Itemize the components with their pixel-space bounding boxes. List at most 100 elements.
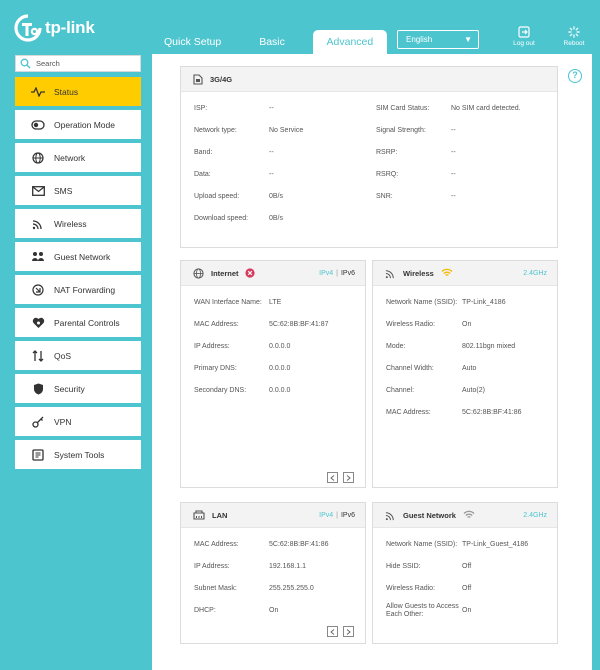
internet-pager: [322, 472, 354, 483]
sidebar-item-sms[interactable]: SMS: [15, 176, 141, 205]
info-value: --: [451, 171, 456, 178]
sidebar-item-system-tools[interactable]: System Tools: [15, 440, 141, 469]
arrows-icon: [31, 349, 45, 363]
info-label: IP Address:: [194, 343, 230, 350]
top-header: tp-link Quick Setup Basic Advanced Engli…: [0, 0, 600, 54]
sidebar-item-qos[interactable]: QoS: [15, 341, 141, 370]
sidebar-item-label: Status: [54, 86, 79, 97]
ipv4-link[interactable]: IPv4: [319, 270, 333, 277]
sidebar-item-label: Network: [54, 152, 86, 163]
info-label: Allow Guests to Access Each Other:: [386, 603, 459, 619]
card-guest-network: Guest Network 2.4GHz Network Name (SSID)…: [372, 502, 558, 644]
info-value: Off: [462, 563, 472, 570]
tab-basic[interactable]: Basic: [245, 30, 299, 54]
globe-icon: [193, 267, 204, 279]
card-wireless-header: Wireless 2.4GHz: [373, 261, 557, 286]
help-button[interactable]: ?: [568, 69, 582, 83]
sidebar-item-guest-network[interactable]: Guest Network: [15, 242, 141, 271]
ipv6-link[interactable]: IPv6: [341, 512, 355, 519]
card-3g4g-header: 3G/4G: [181, 67, 557, 92]
info-value: On: [462, 607, 472, 614]
info-value: 0.0.0.0: [269, 343, 291, 350]
logout-button[interactable]: Log out: [504, 26, 544, 47]
tab-advanced[interactable]: Advanced: [312, 30, 387, 54]
tab-quick-setup[interactable]: Quick Setup: [150, 30, 235, 54]
info-label: Primary DNS:: [194, 365, 237, 372]
info-label: Upload speed:: [194, 193, 240, 200]
search-placeholder: Search: [36, 59, 60, 68]
search-icon: [20, 58, 31, 69]
sidebar-item-label: System Tools: [54, 449, 105, 460]
info-value: Off: [462, 585, 472, 592]
info-value: 255.255.255.0: [269, 585, 314, 592]
pulse-icon: [31, 85, 45, 99]
chevron-right-icon[interactable]: [343, 626, 354, 637]
card-3g4g: 3G/4G ISP: -- Network type: No Service Ban…: [180, 66, 558, 248]
sidebar-item-network[interactable]: Network: [15, 143, 141, 172]
info-label: MAC Address:: [386, 409, 431, 416]
sidebar-item-label: Parental Controls: [54, 317, 120, 328]
wifi-signal-icon: [441, 268, 453, 278]
info-label: Signal Strength:: [376, 127, 426, 134]
chevron-left-icon[interactable]: [327, 626, 338, 637]
info-value: --: [269, 149, 274, 156]
card-guest-title: Guest Network: [403, 510, 456, 520]
toggle-icon: [31, 118, 45, 132]
info-label: Wireless Radio:: [386, 585, 436, 592]
info-label-line1: Allow Guests to Access: [386, 603, 459, 610]
info-value: No Service: [269, 127, 304, 134]
guest-band[interactable]: 2.4GHz: [523, 503, 547, 528]
ipv4-link[interactable]: IPv4: [319, 512, 333, 519]
sidebar-item-wireless[interactable]: Wireless: [15, 209, 141, 238]
sidebar-item-vpn[interactable]: VPN: [15, 407, 141, 436]
info-value: 802.11bgn mixed: [462, 343, 516, 350]
sidebar-item-label: NAT Forwarding: [54, 284, 116, 295]
key-icon: [31, 415, 45, 429]
sidebar-item-security[interactable]: Security: [15, 374, 141, 403]
shield-icon: [31, 382, 45, 396]
search-input[interactable]: Search: [15, 55, 141, 72]
reboot-button[interactable]: Reboot: [554, 26, 594, 47]
language-select[interactable]: English ▼: [397, 30, 479, 49]
reboot-icon: [568, 26, 580, 38]
tp-link-logo[interactable]: tp-link: [14, 14, 95, 42]
lan-pager: [322, 626, 354, 637]
info-label-line2: Each Other:: [386, 611, 424, 618]
info-label: Network Name (SSID):: [386, 299, 458, 306]
chevron-left-icon[interactable]: [327, 472, 338, 483]
sidebar-item-label: Wireless: [54, 218, 87, 229]
info-label: RSRQ:: [376, 171, 399, 178]
chevron-right-icon[interactable]: [343, 472, 354, 483]
disconnected-icon: [244, 268, 255, 278]
wifi-signal-icon: [463, 510, 475, 520]
info-value: --: [451, 127, 456, 134]
card-internet: Internet IPv4 | IPv6 WAN Interface Name: LT…: [180, 260, 366, 488]
info-label: WAN Interface Name:: [194, 299, 262, 306]
info-label: Channel:: [386, 387, 415, 394]
lan-port-icon: [193, 510, 205, 520]
wireless-band[interactable]: 2.4GHz: [523, 261, 547, 286]
info-label: Secondary DNS:: [194, 387, 247, 394]
info-label: Download speed:: [194, 215, 249, 222]
nat-icon: [31, 283, 45, 297]
info-value: No SIM card detected.: [451, 105, 521, 112]
sidebar-item-status[interactable]: Status: [15, 77, 141, 106]
ipv6-link[interactable]: IPv6: [341, 270, 355, 277]
chevron-down-icon: ▼: [464, 35, 472, 44]
info-label: SNR:: [376, 193, 393, 200]
info-value: 192.168.1.1: [269, 563, 306, 570]
info-label: Wireless Radio:: [386, 321, 436, 328]
sidebar-item-operation-mode[interactable]: Operation Mode: [15, 110, 141, 139]
info-label: Hide SSID:: [386, 563, 421, 570]
info-value: LTE: [269, 299, 282, 306]
tp-link-logo-icon: [14, 14, 42, 42]
sidebar-item-parental-controls[interactable]: Parental Controls: [15, 308, 141, 337]
info-value: --: [451, 149, 456, 156]
info-label: ISP:: [194, 105, 208, 112]
info-value: TP-Link_4186: [462, 299, 506, 306]
info-value: TP-Link_Guest_4186: [462, 541, 529, 548]
sidebar-item-nat-forwarding[interactable]: NAT Forwarding: [15, 275, 141, 304]
info-value: 5C:62:8B:BF:41:86: [269, 541, 329, 548]
globe-icon: [31, 151, 45, 165]
info-label: Network Name (SSID):: [386, 541, 458, 548]
